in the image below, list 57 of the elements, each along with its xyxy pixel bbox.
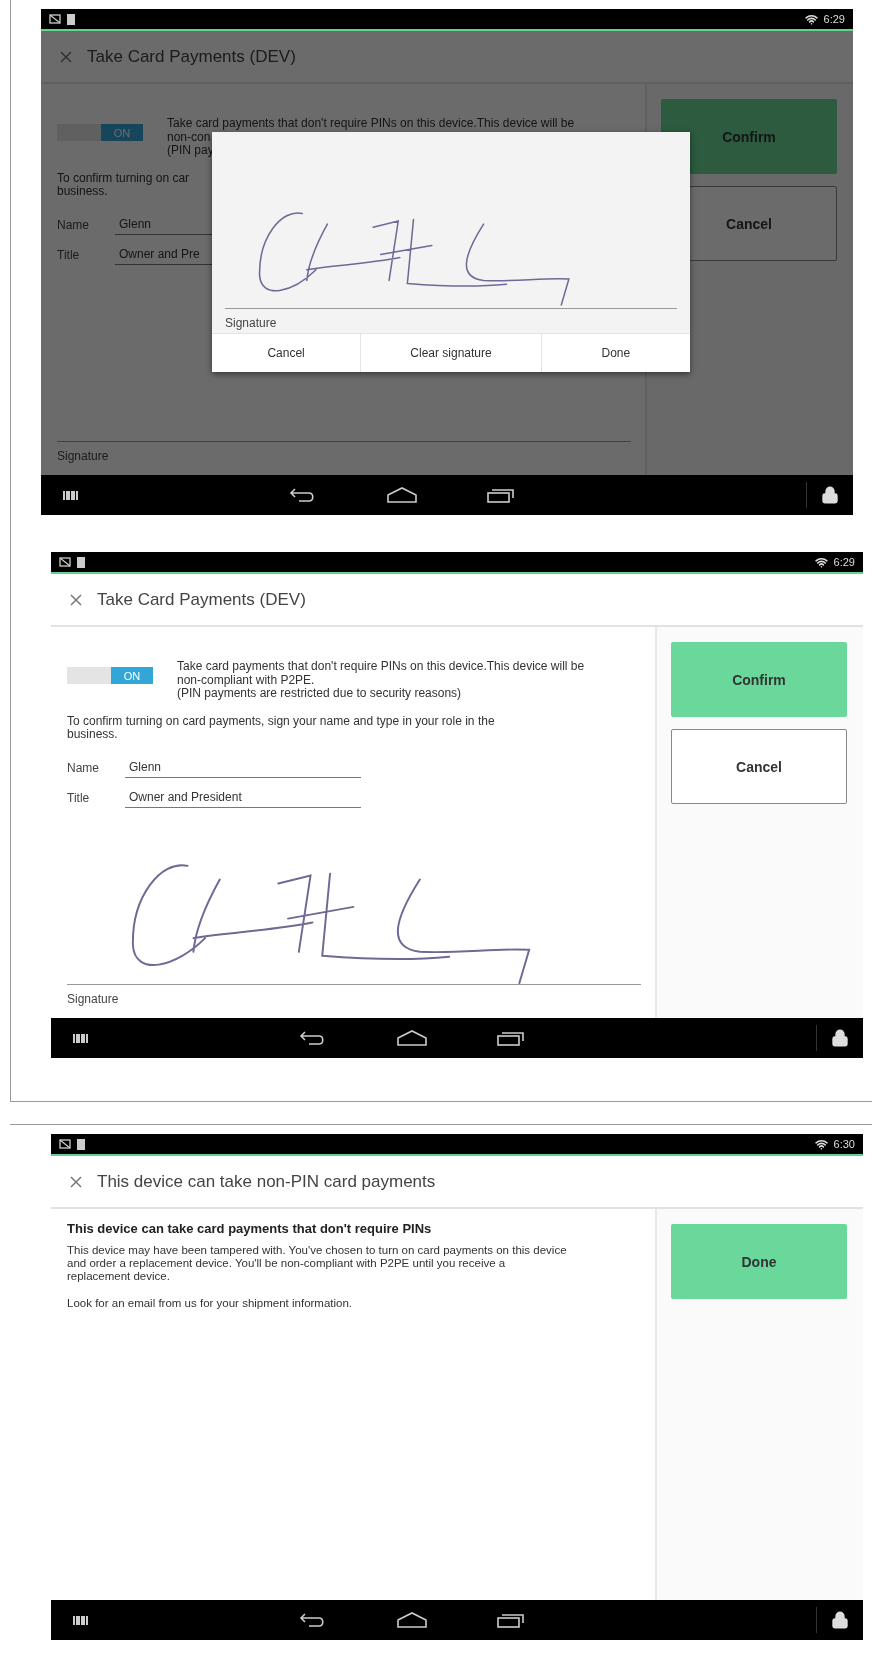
field-label: Name — [57, 217, 90, 234]
primary-button[interactable]: Confirm — [671, 642, 847, 717]
instruction-line: business. — [57, 185, 109, 199]
recent-apps-button[interactable] — [497, 1612, 525, 1628]
recent-apps-button[interactable] — [487, 487, 515, 503]
square-icon — [67, 13, 75, 25]
signature-label: Signature — [67, 991, 120, 1008]
barcode-icon[interactable] — [73, 1615, 89, 1625]
home-button[interactable] — [387, 487, 417, 503]
dialog-button[interactable]: Clear signature — [360, 334, 541, 372]
status-time: 6:29 — [833, 556, 855, 568]
wifi-icon — [814, 1137, 828, 1151]
close-icon[interactable] — [59, 49, 73, 64]
notice-paragraph: This device may have been tampered with. You've chosen to turn on card payments on this device and order a replacement device. You'll be non-compliant with P2PE until you receive a replacement device. — [67, 1244, 567, 1283]
screen-title: Take Card Payments (DEV) — [87, 46, 296, 67]
notification-icon — [59, 1139, 71, 1149]
dialog-button[interactable]: Done — [540, 334, 690, 372]
instruction-line: To confirm turning on car — [57, 171, 191, 185]
description-line: Take card payments that don't require PINs on this device.This device will be — [177, 660, 585, 674]
home-button[interactable] — [397, 1030, 427, 1046]
screen-title: This device can take non-PIN card payments — [97, 1171, 436, 1192]
close-icon[interactable] — [69, 1174, 83, 1189]
signature-label: Signature — [225, 316, 278, 330]
dialog-button[interactable]: Cancel — [212, 334, 361, 372]
recent-apps-button[interactable] — [497, 1030, 525, 1046]
instruction-line: business. — [67, 728, 119, 742]
input-field[interactable]: Owner and President — [125, 789, 361, 808]
description-line: Take card payments that don't require PINs on this device.This device will be — [167, 117, 575, 131]
field-label: Name — [67, 760, 100, 777]
wifi-icon — [814, 555, 828, 569]
description-line: non-compliant with P2PE. — [177, 673, 316, 687]
description-line: (PIN payments are restricted due to security reasons) — [177, 687, 463, 701]
notification-icon — [59, 557, 71, 567]
status-time: 6:30 — [833, 1138, 855, 1150]
signature-label: Signature — [57, 448, 110, 465]
secondary-button[interactable]: Cancel — [671, 729, 847, 804]
field-label: Title — [57, 247, 81, 264]
status-time: 6:29 — [823, 13, 845, 25]
screen-title: Take Card Payments (DEV) — [97, 589, 306, 610]
lock-icon[interactable] — [831, 1029, 849, 1047]
barcode-icon[interactable] — [73, 1033, 89, 1043]
instruction-line: To confirm turning on card payments, sign your name and type in your role in the — [67, 714, 496, 728]
primary-button[interactable]: Done — [671, 1224, 847, 1299]
description-line: non-con — [167, 130, 212, 144]
home-button[interactable] — [397, 1612, 427, 1628]
notice-paragraph: Look for an email from us for your shipment information. — [67, 1297, 354, 1310]
notice-heading: This device can take card payments that don't require PINs — [67, 1221, 433, 1236]
square-icon — [77, 1138, 85, 1150]
barcode-icon[interactable] — [63, 490, 79, 500]
lock-icon[interactable] — [831, 1611, 849, 1629]
input-field[interactable]: Glenn — [125, 759, 361, 778]
close-icon[interactable] — [69, 592, 83, 607]
square-icon — [77, 556, 85, 568]
notification-icon — [49, 14, 61, 24]
field-label: Title — [67, 790, 91, 807]
wifi-icon — [804, 12, 818, 26]
lock-icon[interactable] — [821, 486, 839, 504]
